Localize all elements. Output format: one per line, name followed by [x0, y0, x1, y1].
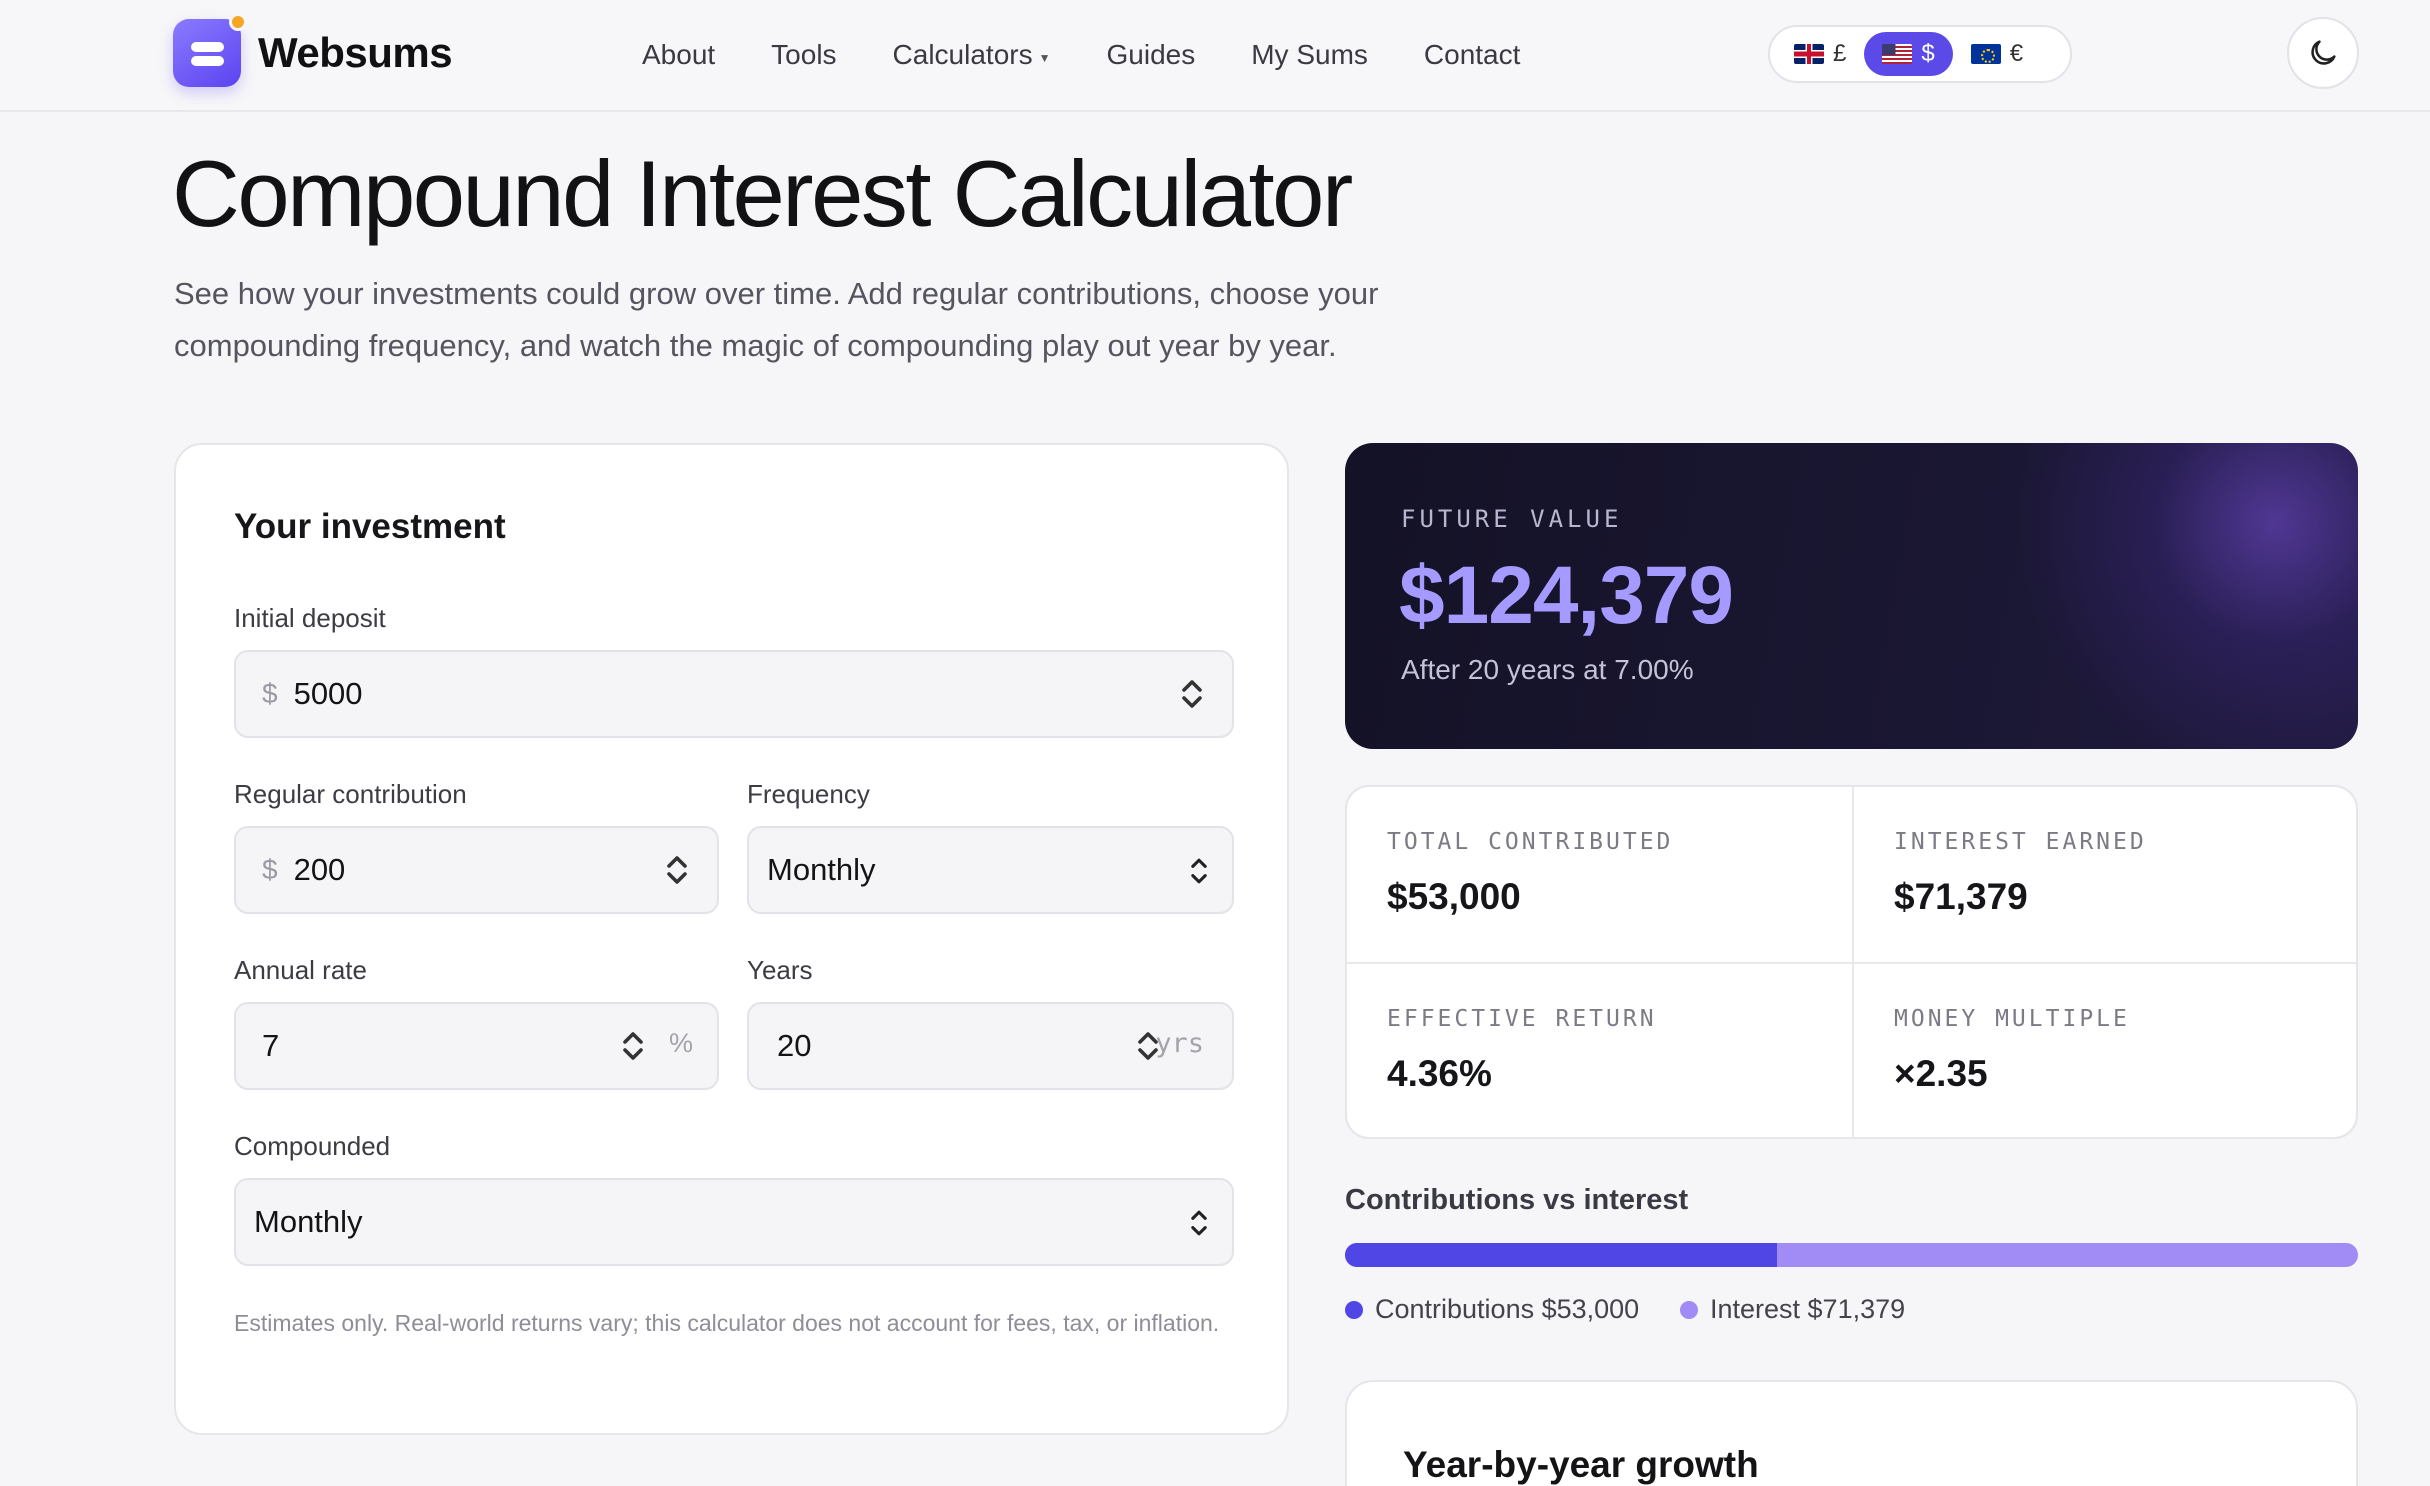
stat-effective-return: EFFECTIVE RETURN 4.36%: [1347, 964, 1852, 1137]
compounded-label: Compounded: [234, 1131, 391, 1161]
stat-label: INTEREST EARNED: [1894, 829, 2147, 855]
select-chevrons-icon: [1191, 1210, 1207, 1236]
legend-interest: Interest $71,379: [1680, 1294, 1905, 1325]
initial-deposit-input[interactable]: $ 5000: [234, 650, 1234, 738]
stat-value: 4.36%: [1387, 1053, 1492, 1094]
currency-gbp-symbol: £: [1833, 40, 1847, 67]
stats-grid: TOTAL CONTRIBUTED $53,000 INTEREST EARNE…: [1345, 785, 2358, 1139]
frequency-label: Frequency: [747, 779, 870, 809]
main-menu: About Tools Calculators ▼ Guides My Sums…: [642, 0, 1576, 110]
top-navbar: Websums About Tools Calculators ▼ Guides…: [0, 0, 2430, 112]
annual-rate-value: 7: [262, 1028, 280, 1063]
page-description: See how your investments could grow over…: [174, 276, 1379, 363]
stepper-icon[interactable]: [1178, 674, 1206, 714]
eu-flag-icon: [1970, 44, 2001, 64]
us-flag-icon: [1882, 44, 1913, 64]
currency-switcher: £ $ €: [1768, 25, 2072, 83]
percent-suffix: %: [668, 1028, 693, 1058]
theme-toggle-button[interactable]: [2287, 17, 2359, 89]
future-value-subtitle: After 20 years at 7.00%: [1401, 654, 1694, 685]
breakdown-title: Contributions vs interest: [1345, 1184, 1689, 1216]
future-value-amount: $124,379: [1399, 550, 1734, 641]
stat-interest-earned: INTEREST EARNED $71,379: [1854, 787, 2356, 962]
select-chevrons-icon: [1191, 858, 1207, 884]
investment-form-card: Your investment Initial deposit $ 5000 R…: [174, 443, 1289, 1435]
caret-down-icon: ▼: [1038, 51, 1051, 65]
nav-contact[interactable]: Contact: [1424, 39, 1521, 71]
nav-my-sums[interactable]: My Sums: [1251, 39, 1368, 71]
years-label: Years: [747, 955, 813, 985]
nav-calculators[interactable]: Calculators ▼: [893, 39, 1051, 71]
years-suffix: yrs: [1155, 1028, 1204, 1059]
years-input[interactable]: 20 yrs: [747, 1002, 1234, 1090]
regular-contribution-label: Regular contribution: [234, 779, 467, 809]
compounded-select[interactable]: Monthly: [234, 1178, 1234, 1266]
legend-contributions-text: Contributions $53,000: [1375, 1294, 1640, 1324]
disclaimer-text: Estimates only. Real-world returns vary;…: [234, 1310, 1220, 1336]
stat-total-contributed: TOTAL CONTRIBUTED $53,000: [1347, 787, 1852, 962]
currency-eur-button[interactable]: €: [1953, 32, 2041, 76]
form-title: Your investment: [234, 507, 506, 546]
nav-tools[interactable]: Tools: [771, 39, 836, 71]
stepper-icon[interactable]: [619, 1026, 647, 1066]
currency-usd-symbol: $: [1921, 40, 1935, 67]
initial-deposit-label: Initial deposit: [234, 603, 386, 633]
nav-guides[interactable]: Guides: [1107, 39, 1196, 71]
annual-rate-label: Annual rate: [234, 955, 367, 985]
breakdown-bar: [1345, 1243, 2358, 1267]
stat-value: ×2.35: [1894, 1053, 1988, 1094]
brand-name: Websums: [258, 29, 453, 76]
page-title: Compound Interest Calculator: [172, 141, 1353, 246]
contributions-dot-icon: [1345, 1300, 1363, 1319]
year-by-year-card: Year-by-year growth: [1345, 1380, 2358, 1486]
regular-contribution-value: 200: [293, 852, 346, 887]
stat-money-multiple: MONEY MULTIPLE ×2.35: [1854, 964, 2356, 1137]
currency-usd-button[interactable]: $: [1864, 32, 1953, 76]
contributions-fill: [1345, 1243, 1777, 1267]
future-value-label: FUTURE VALUE: [1401, 505, 1623, 533]
stat-value: $71,379: [1894, 876, 2028, 917]
nav-calculators-label: Calculators: [892, 39, 1033, 70]
interest-dot-icon: [1680, 1300, 1698, 1319]
frequency-value: Monthly: [767, 852, 876, 887]
divider: [1347, 962, 2356, 964]
stat-label: EFFECTIVE RETURN: [1387, 1006, 1657, 1032]
websums-logo-icon: [173, 13, 247, 87]
legend-contributions: Contributions $53,000: [1345, 1294, 1639, 1325]
nav-about[interactable]: About: [642, 39, 715, 71]
moon-icon: [2311, 40, 2336, 65]
stepper-icon[interactable]: [663, 850, 691, 890]
currency-gbp-button[interactable]: £: [1776, 32, 1864, 76]
stat-label: MONEY MULTIPLE: [1894, 1006, 2130, 1032]
initial-deposit-value: 5000: [293, 676, 363, 711]
years-value: 20: [777, 1028, 812, 1063]
stat-value: $53,000: [1387, 876, 1521, 917]
currency-eur-symbol: €: [2009, 40, 2024, 67]
uk-flag-icon: [1794, 44, 1824, 64]
compounded-value: Monthly: [254, 1204, 363, 1239]
dollar-prefix: $: [262, 854, 278, 885]
stat-label: TOTAL CONTRIBUTED: [1387, 829, 1674, 855]
year-by-year-title: Year-by-year growth: [1403, 1444, 1759, 1485]
frequency-select[interactable]: Monthly: [747, 826, 1234, 914]
dollar-prefix: $: [262, 678, 278, 709]
annual-rate-input[interactable]: 7 %: [234, 1002, 719, 1090]
brand-logo[interactable]: Websums: [173, 13, 453, 88]
regular-contribution-input[interactable]: $ 200: [234, 826, 719, 914]
future-value-card: FUTURE VALUE $124,379 After 20 years at …: [1345, 443, 2358, 749]
legend-interest-text: Interest $71,379: [1710, 1294, 1906, 1324]
